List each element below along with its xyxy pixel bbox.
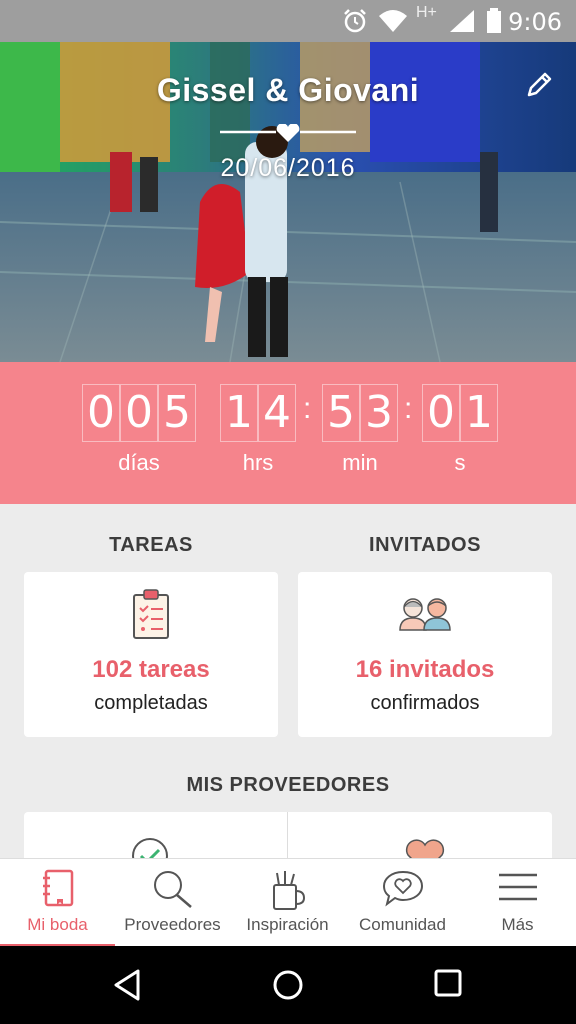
countdown-seconds-label: s [454, 450, 466, 475]
countdown-hours: 1 4 [220, 384, 296, 442]
countdown-minutes: 5 3 [322, 384, 398, 442]
nav-mas[interactable]: Más [460, 859, 575, 947]
nav-label: Más [501, 915, 534, 934]
countdown-digit: 1 [460, 384, 498, 442]
countdown-digit: 3 [360, 384, 398, 442]
guests-count: 16 invitados [355, 656, 495, 683]
countdown-digit: 1 [220, 384, 258, 442]
wifi-icon [379, 10, 407, 32]
guests-status: confirmados [370, 692, 480, 714]
heart-divider [220, 124, 356, 142]
wedding-cover-photo[interactable]: Gissel & Giovani 20/06/2016 [0, 42, 576, 362]
tasks-status: completadas [94, 692, 208, 714]
countdown-separator: : [404, 392, 413, 425]
nav-label: Proveedores [124, 915, 221, 934]
nav-proveedores[interactable]: Proveedores [115, 859, 230, 947]
status-bar: H+ 9:06 [0, 0, 576, 42]
guests-couple-icon [399, 598, 451, 631]
clock: 9:06 [508, 8, 562, 36]
bottom-navigation: Mi boda Proveedores Inspiración Comunida… [0, 858, 576, 947]
menu-icon [498, 873, 537, 901]
tasks-section-title: TAREAS [109, 534, 193, 556]
countdown-digit: 0 [422, 384, 460, 442]
countdown-digit: 5 [322, 384, 360, 442]
chat-heart-icon [382, 870, 423, 907]
edit-pencil-icon[interactable] [524, 70, 554, 100]
nav-label: Inspiración [246, 915, 329, 934]
nav-inspiracion[interactable]: Inspiración [230, 859, 345, 947]
nav-comunidad[interactable]: Comunidad [345, 859, 460, 947]
search-icon [153, 871, 192, 908]
tasks-card[interactable]: 102 tareas completadas [24, 572, 278, 737]
system-navigation-bar [0, 946, 576, 1024]
nav-label: Mi boda [27, 915, 88, 934]
countdown-digit: 0 [82, 384, 120, 442]
clipboard-checklist-icon [133, 589, 169, 639]
battery-icon [487, 8, 501, 33]
countdown-days: 0 0 5 [82, 384, 196, 442]
inspiration-icon [272, 871, 305, 910]
nav-label: Comunidad [359, 915, 446, 934]
couple-names: Gissel & Giovani [156, 72, 420, 108]
countdown-hours-label: hrs [242, 450, 274, 475]
countdown-digit: 0 [120, 384, 158, 442]
recents-icon[interactable] [433, 968, 463, 998]
countdown-seconds: 0 1 [422, 384, 498, 442]
alarm-icon [344, 9, 366, 33]
countdown-separator: : [303, 392, 312, 425]
signal-icon [450, 10, 474, 32]
providers-section-title: MIS PROVEEDORES [186, 774, 390, 796]
wedding-date: 20/06/2016 [220, 154, 356, 182]
countdown-digit: 5 [158, 384, 196, 442]
nav-mi-boda[interactable]: Mi boda [0, 859, 115, 947]
back-icon[interactable] [112, 968, 144, 1002]
tasks-count: 102 tareas [92, 656, 210, 683]
notebook-icon [42, 869, 73, 907]
home-icon[interactable] [271, 968, 305, 1002]
countdown-minutes-label: min [342, 450, 378, 475]
app-screen: H+ 9:06 Gissel & Giovani 20/06/2016 0 0 … [0, 0, 576, 1024]
guests-section-title: INVITADOS [369, 534, 481, 556]
network-type: H+ [416, 4, 437, 21]
countdown-days-label: días [118, 450, 160, 475]
guests-card[interactable]: 16 invitados confirmados [298, 572, 552, 737]
wedding-countdown: 0 0 5 1 4 : 5 3 : 0 1 días hrs min s [0, 362, 576, 504]
countdown-digit: 4 [258, 384, 296, 442]
